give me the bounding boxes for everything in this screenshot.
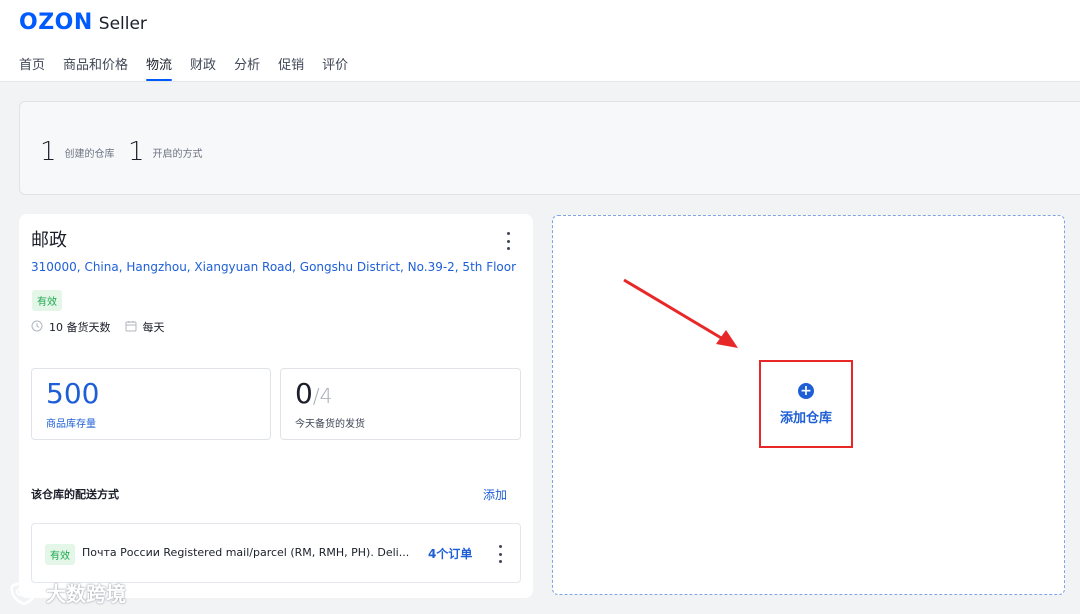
shipping-schedule: 每天 [142,321,165,334]
stock-value: 500 [46,377,100,410]
logistics-summary: 1 创建的仓库 1 开启的方式 [19,101,1080,195]
warehouses-label: 创建的仓库 [64,148,115,160]
method-menu-icon[interactable] [493,545,507,563]
warehouse-card: 邮政 310000, China, Hangzhou, Xiangyuan Ro… [19,214,533,598]
shipped-value: 0 [295,377,313,410]
nav-analytics[interactable]: 分析 [234,54,260,81]
nav-reviews[interactable]: 评价 [322,54,348,81]
prep-days: 10 备货天数 [49,321,111,334]
method-status-badge: 有效 [45,544,75,565]
add-shipping-method-link[interactable]: 添加 [483,486,507,503]
shipped-total: /4 [312,384,333,408]
stock-tile[interactable]: 500 商品库存量 [31,368,271,440]
method-orders-link[interactable]: 4个订单 [428,545,472,562]
watermark-text: 大数跨境 [46,582,126,606]
warehouses-stat: 1 创建的仓库 [40,139,115,165]
watermark: 大数跨境 [8,578,126,607]
shipping-methods-title: 该仓库的配送方式 [31,488,119,501]
nav-logistics[interactable]: 物流 [146,54,173,81]
ozon-seller-logo[interactable]: OZON Seller [19,10,147,35]
watermark-logo-icon [10,581,38,605]
top-bar: OZON Seller 首页 商品和价格 物流 财政 分析 促销 评价 [0,0,1080,82]
shipped-label: 今天备货的发货 [295,419,365,430]
shipped-value-row: 0/4 [295,377,333,410]
stock-label: 商品库存量 [46,419,96,430]
logo-ozon-text: OZON [19,10,93,35]
methods-stat: 1 开启的方式 [128,139,203,165]
nav-promotions[interactable]: 促销 [278,54,304,81]
plus-circle-icon: + [798,382,814,399]
warehouse-status-badge: 有效 [32,290,62,311]
methods-label: 开启的方式 [152,148,203,160]
logo-seller-text: Seller [98,14,147,34]
clock-icon [31,320,43,335]
add-warehouse-button[interactable]: + 添加仓库 [759,360,853,448]
calendar-icon [125,320,137,335]
warehouses-count: 1 [40,137,57,167]
main-nav: 首页 商品和价格 物流 财政 分析 促销 评价 [19,54,366,81]
method-name: Почта России Registered mail/parcel (RM,… [82,546,410,559]
red-arrow-annotation [623,278,738,348]
shipping-method-row[interactable]: 有效 Почта России Registered mail/parcel (… [31,523,521,583]
nav-products-prices[interactable]: 商品和价格 [63,54,128,81]
nav-finance[interactable]: 财政 [190,54,216,81]
nav-home[interactable]: 首页 [19,54,45,81]
warehouse-menu-icon[interactable] [501,232,515,250]
methods-count: 1 [128,137,145,167]
warehouse-address[interactable]: 310000, China, Hangzhou, Xiangyuan Road,… [31,260,516,274]
add-warehouse-label: 添加仓库 [779,410,832,426]
warehouse-name: 邮政 [31,230,67,251]
warehouse-meta: 10 备货天数 每天 [31,319,165,335]
shipped-tile[interactable]: 0/4 今天备货的发货 [280,368,521,440]
